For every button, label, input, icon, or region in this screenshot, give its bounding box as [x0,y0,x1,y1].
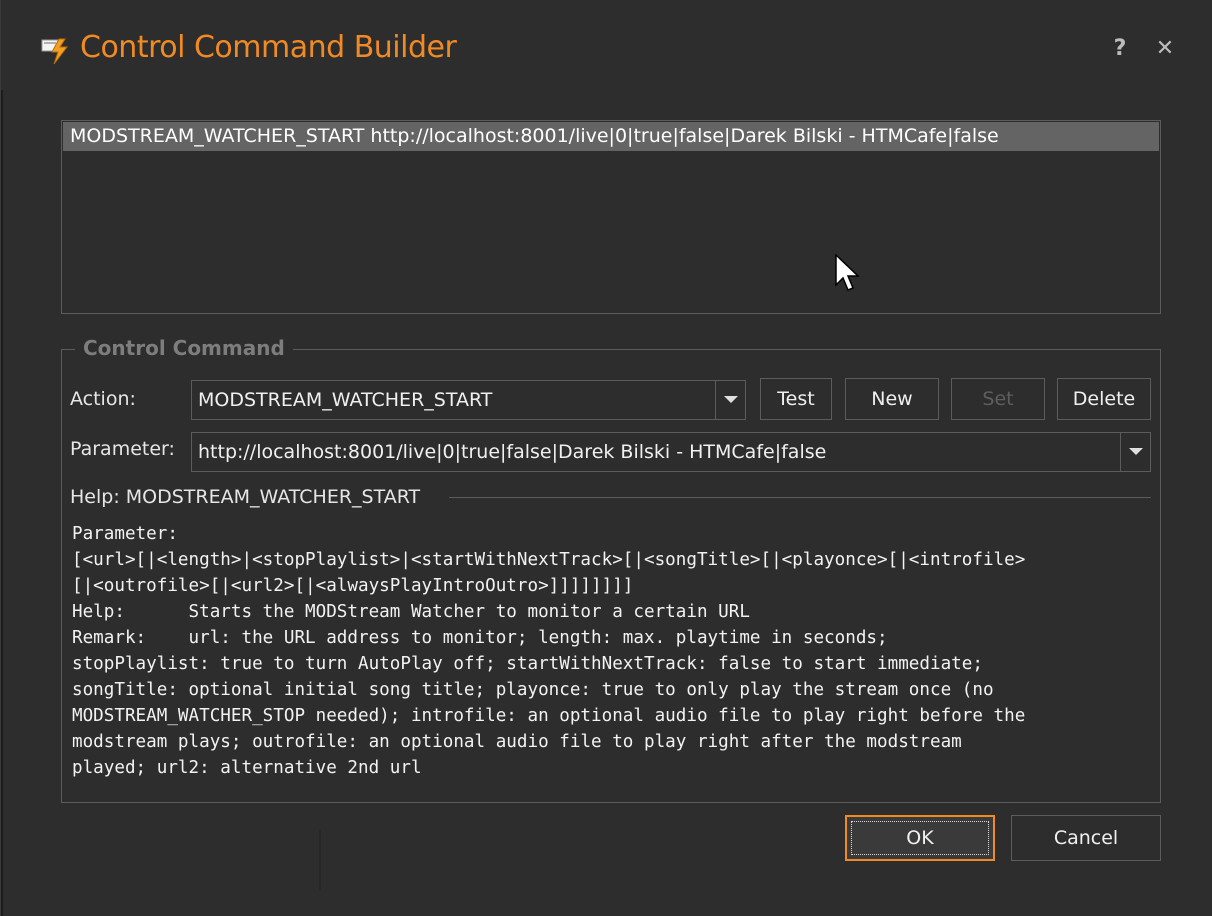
help-icon[interactable]: ? [1109,36,1131,62]
test-button[interactable]: Test [760,378,832,420]
group-title: Control Command [75,336,293,360]
ok-button-label: OK [851,821,989,855]
new-button[interactable]: New [845,378,939,420]
divider [449,497,1151,498]
chevron-down-icon [1129,448,1143,455]
action-value: MODSTREAM_WATCHER_START [198,389,493,411]
action-dropdown-button[interactable] [715,381,745,419]
control-command-builder-dialog: Control Command Builder ? ✕ MODSTREAM_WA… [0,0,1212,916]
action-dropdown[interactable]: MODSTREAM_WATCHER_START [191,380,746,420]
command-list[interactable]: MODSTREAM_WATCHER_START http://localhost… [61,120,1161,314]
parameter-label: Parameter: [70,438,175,460]
set-button[interactable]: Set [951,378,1045,420]
help-text: Parameter: [<url>[|<length>|<stopPlaylis… [72,524,1026,778]
command-list-item[interactable]: MODSTREAM_WATCHER_START http://localhost… [63,122,1159,151]
action-label: Action: [70,388,136,410]
window-title: Control Command Builder [80,30,457,65]
ok-button[interactable]: OK [845,815,995,861]
delete-button[interactable]: Delete [1057,378,1151,420]
lightning-command-icon [41,38,69,65]
cancel-button[interactable]: Cancel [1011,815,1161,861]
window-edge [1,90,3,916]
help-heading: Help: MODSTREAM_WATCHER_START [70,486,421,508]
parameter-value: http://localhost:8001/live|0|true|false|… [198,441,827,463]
chevron-down-icon [724,396,738,403]
close-icon[interactable]: ✕ [1153,36,1177,62]
mouse-cursor-icon [835,254,860,291]
parameter-dropdown-button[interactable] [1120,433,1150,471]
divider [319,830,321,890]
parameter-dropdown[interactable]: http://localhost:8001/live|0|true|false|… [191,432,1151,472]
